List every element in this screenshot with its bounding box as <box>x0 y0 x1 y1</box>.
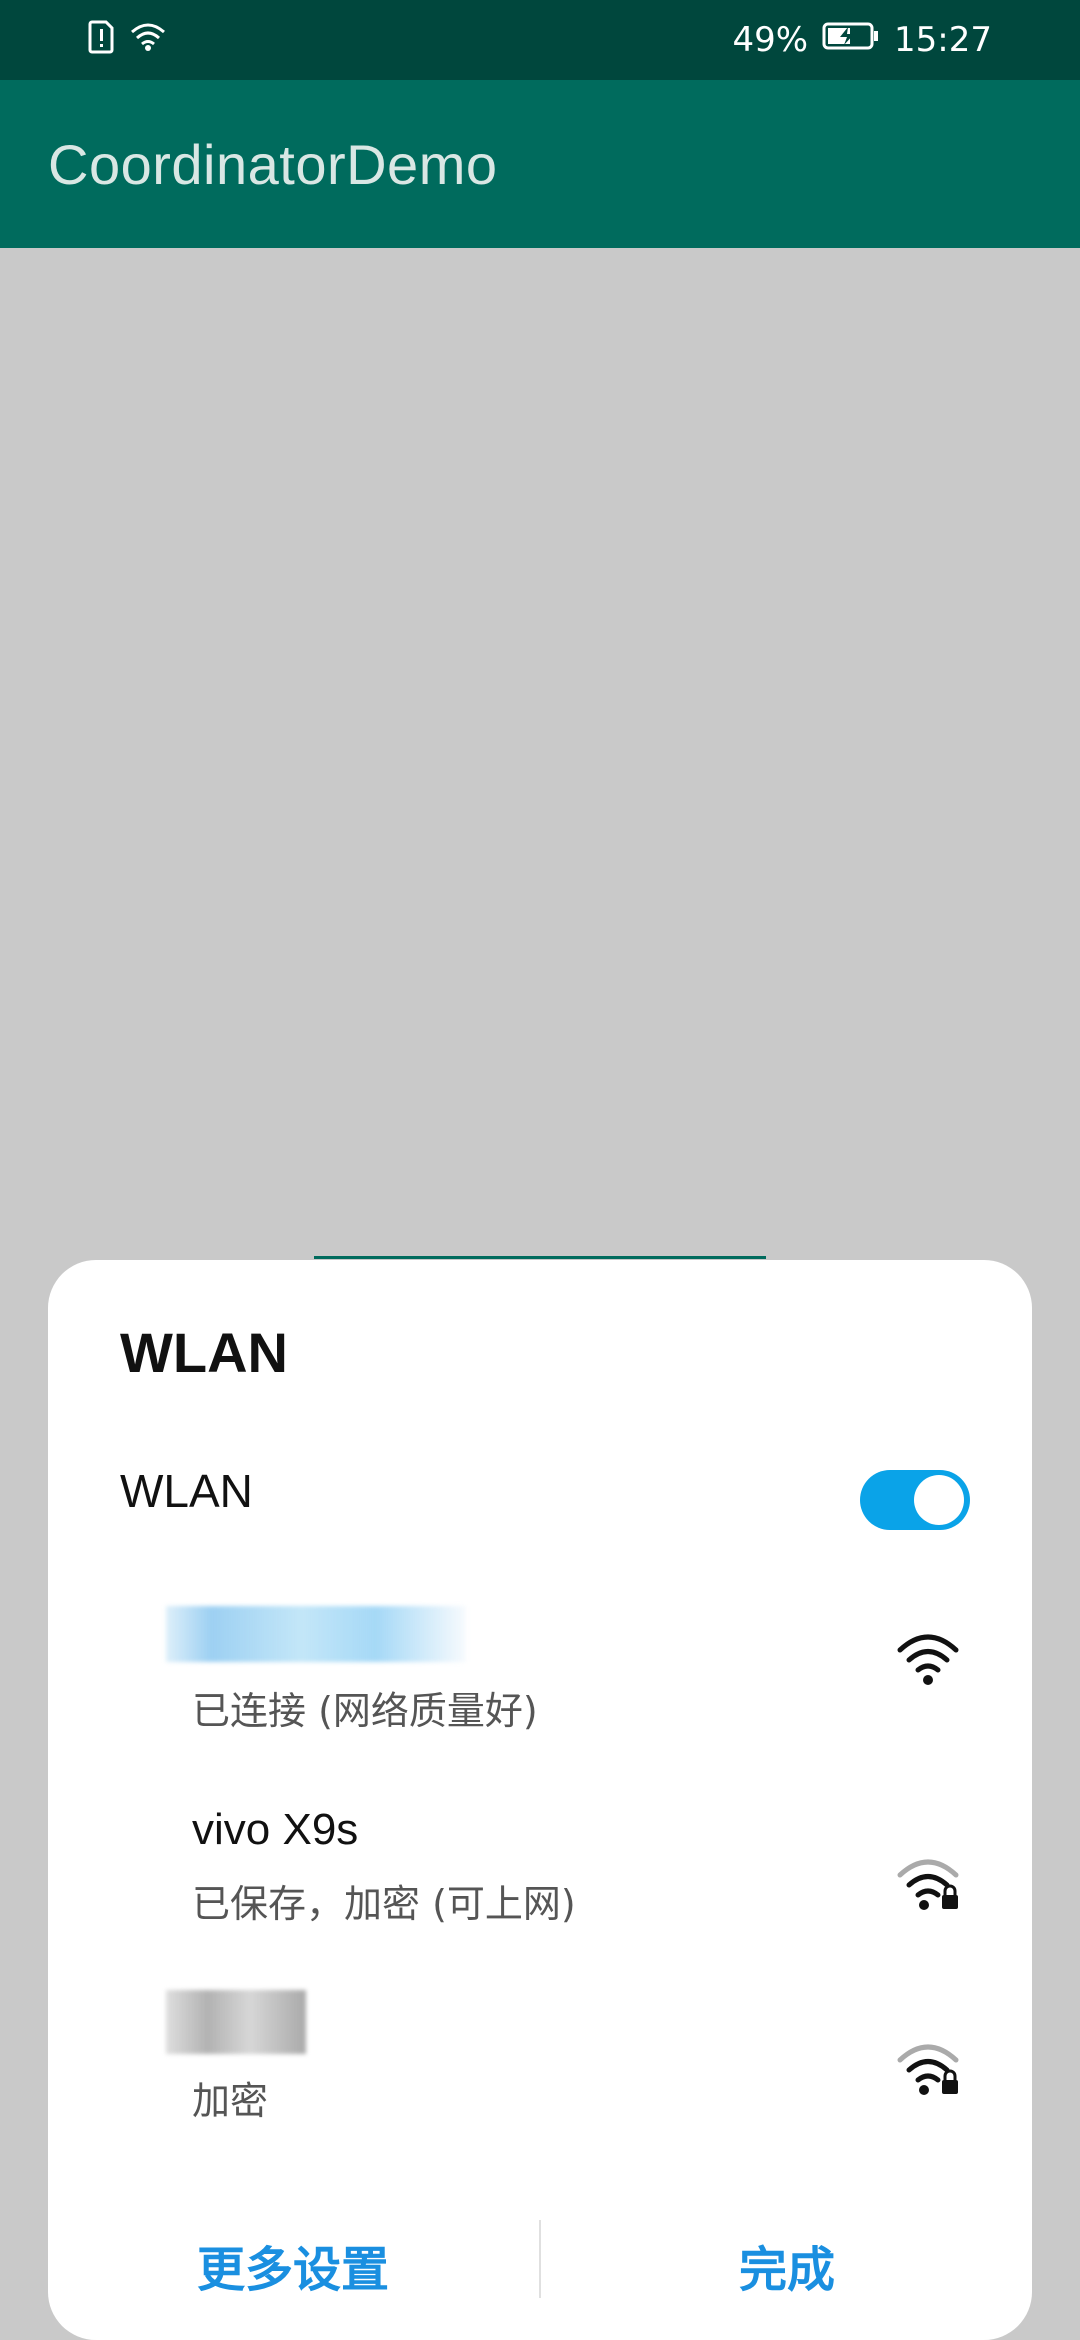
wifi-icon <box>130 22 166 56</box>
wifi-locked-icon <box>896 2040 960 2096</box>
status-right: 49% 15:27 <box>732 18 992 62</box>
app-bar: CoordinatorDemo <box>0 80 1080 248</box>
network-name: vivo X9s <box>192 1805 359 1854</box>
network-status: 已连接 (网络质量好) <box>192 1689 538 1733</box>
wlan-toggle-row[interactable]: WLAN <box>120 1460 970 1540</box>
network-status: 已保存，加密 (可上网) <box>192 1882 576 1926</box>
switch-knob <box>914 1475 964 1525</box>
wifi-signal-icon <box>896 1630 960 1686</box>
wifi-locked-icon <box>896 1855 960 1911</box>
done-button[interactable]: 完成 <box>542 2190 1032 2340</box>
app-title: CoordinatorDemo <box>48 133 498 196</box>
network-name-redacted <box>166 1606 466 1662</box>
wlan-switch[interactable] <box>860 1470 970 1530</box>
status-bar: 49% 15:27 <box>0 0 1080 80</box>
wlan-toggle-label: WLAN <box>120 1465 253 1517</box>
dialog-title: WLAN <box>120 1321 288 1384</box>
clock: 15:27 <box>894 20 992 60</box>
network-item[interactable]: vivo X9s 已保存，加密 (可上网) <box>48 1805 1032 1985</box>
battery-charging-icon <box>822 18 880 62</box>
status-left-icons <box>88 20 166 58</box>
accent-divider <box>314 1256 766 1259</box>
dialog-footer: 更多设置 完成 <box>48 2190 1032 2340</box>
network-item[interactable]: 已连接 (网络质量好) <box>48 1600 1032 1780</box>
wlan-dialog: WLAN WLAN 已连接 (网络质量好) vivo X9s 已保存，加密 (可… <box>48 1260 1032 2340</box>
network-name-redacted <box>166 1990 306 2054</box>
battery-percent: 49% <box>732 20 809 60</box>
more-settings-button[interactable]: 更多设置 <box>48 2190 538 2340</box>
footer-divider <box>539 2220 541 2298</box>
network-item[interactable]: 加密 <box>48 1990 1032 2170</box>
network-status: 加密 <box>192 2079 269 2123</box>
sim-alert-icon <box>88 20 116 58</box>
